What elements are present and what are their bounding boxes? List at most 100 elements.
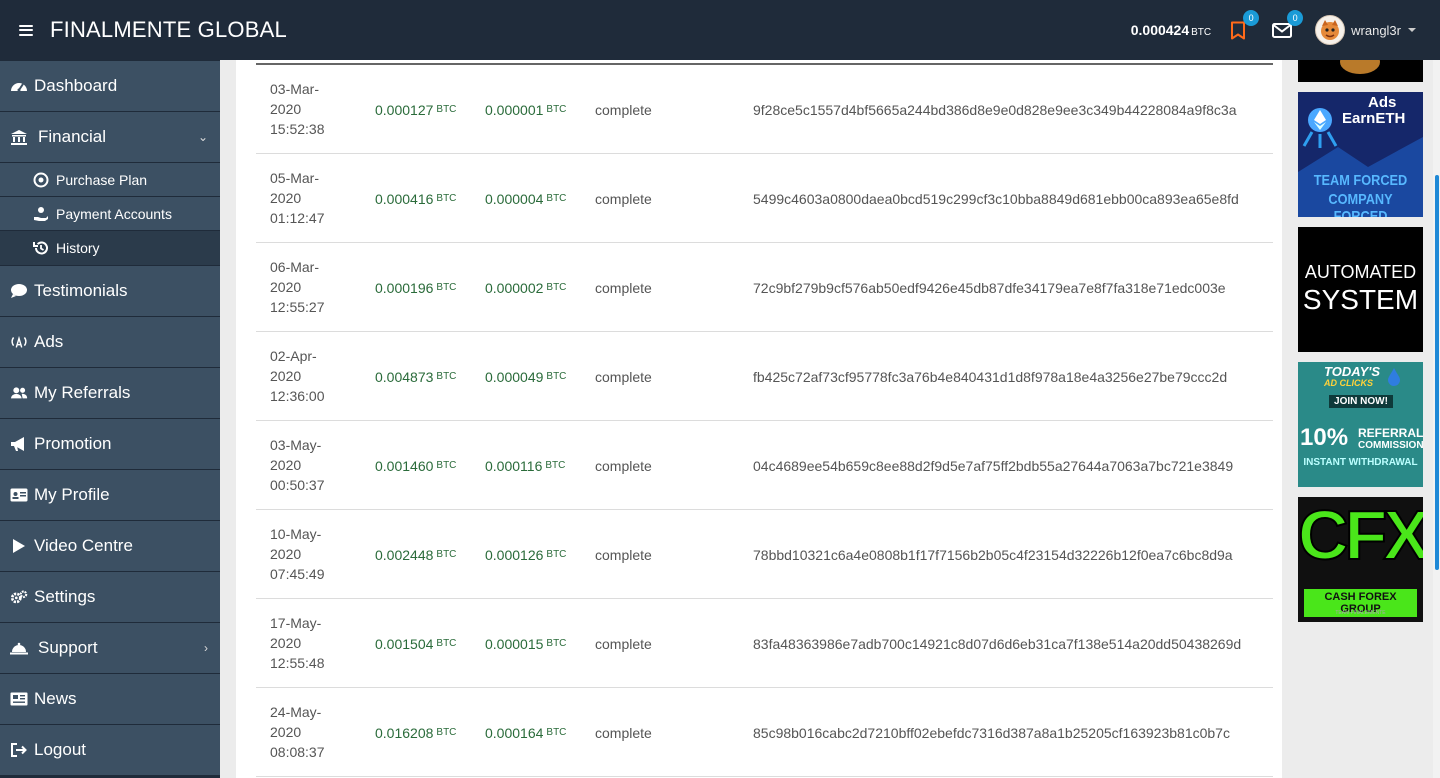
date-time: 12:55:48 <box>270 655 325 671</box>
amount-cell: 0.004873 BTC <box>375 332 456 421</box>
ad-banner-top-partial[interactable] <box>1298 60 1423 82</box>
transaction-hash[interactable]: 83fa48363986e7adb700c14921c8d07d6d6eb31c… <box>753 599 1241 688</box>
status-text: complete <box>595 279 652 296</box>
bell-icon <box>10 639 28 657</box>
fee-cell: 0.000001 BTC <box>485 65 566 154</box>
balance-value: 0.000424 <box>1130 22 1190 38</box>
date-day: 10-May- <box>270 526 322 542</box>
bookmark-icon <box>1231 21 1246 39</box>
sidebar-subitem-label: Payment Accounts <box>56 205 172 222</box>
sidebar-item-label: My Profile <box>34 485 110 504</box>
date-day: 03-May- <box>270 437 322 453</box>
amount-unit: BTC <box>436 371 457 382</box>
ad-automated-line1: AUTOMATED <box>1304 262 1417 282</box>
id-card-icon <box>10 486 28 504</box>
transaction-date: 24-May- 2020 08:08:37 <box>270 702 350 762</box>
sidebar-item-my-profile[interactable]: My Profile <box>0 470 220 520</box>
transaction-date: 17-May- 2020 12:55:48 <box>270 613 350 673</box>
hand-coin-icon <box>33 206 49 222</box>
sidebar-subitem-purchase-plan[interactable]: Purchase Plan <box>0 163 220 196</box>
bookmark-button[interactable]: 0 <box>1227 10 1260 41</box>
sidebar-item-testimonials[interactable]: Testimonials <box>0 266 220 316</box>
sidebar-item-label: My Referrals <box>34 383 131 402</box>
sidebar-item-news[interactable]: News <box>0 674 220 724</box>
date-day: 03-Mar- <box>270 81 320 97</box>
sidebar-subitem-label: History <box>56 240 100 256</box>
brand-title[interactable]: FINALMENTE GLOBAL <box>50 17 287 43</box>
ad-cfx-logo: CFX <box>1298 497 1423 575</box>
date-year: 2020 <box>270 368 302 384</box>
date-time: 00:50:37 <box>270 477 325 493</box>
fee-value: 0.000004 <box>485 190 544 207</box>
amount-value: 0.002448 <box>375 546 434 563</box>
date-time: 01:12:47 <box>270 210 325 226</box>
ad-banner-earneth[interactable]: Ads EarnETH TEAM FORCED COMPANY FORCED <box>1298 92 1423 217</box>
amount-value: 0.000127 <box>375 101 434 118</box>
play-icon <box>10 537 28 555</box>
mail-button[interactable]: 0 <box>1271 10 1304 41</box>
date-year: 2020 <box>270 724 302 740</box>
date-time: 12:36:00 <box>270 388 325 404</box>
ad-todays-cta: JOIN NOW! <box>1329 395 1393 408</box>
transaction-hash[interactable]: 9f28ce5c1557d4bf5665a244bd386d8e9e0d828e… <box>753 65 1236 154</box>
menu-toggle-icon[interactable] <box>19 24 33 36</box>
date-year: 2020 <box>270 101 302 117</box>
date-year: 2020 <box>270 546 302 562</box>
transaction-hash[interactable]: fb425c72af73cf95778fc3a76b4e840431d1d8f9… <box>753 332 1227 421</box>
transaction-hash[interactable]: 78bbd10321c6a4e0808b1f17f7156b2b05c4f231… <box>753 510 1233 599</box>
table-row: 17-May- 2020 12:55:48 0.001504 BTC 0.000015 BT… <box>256 599 1273 688</box>
bookmark-count-badge: 0 <box>1243 10 1260 26</box>
sidebar-subitem-history[interactable]: History <box>0 231 220 265</box>
sidebar-item-video-centre[interactable]: Video Centre <box>0 521 220 571</box>
fee-unit: BTC <box>545 460 566 471</box>
ad-banner-cfx[interactable]: CFX CASH FOREX GROUP TEAM FINALEMENTE <box>1298 497 1423 622</box>
sidebar-item-support[interactable]: Support › <box>0 623 220 673</box>
amount-value: 0.016208 <box>375 724 434 741</box>
comment-icon <box>10 282 28 300</box>
date-day: 05-Mar- <box>270 170 320 186</box>
amount-unit: BTC <box>436 727 457 738</box>
sidebar-item-financial[interactable]: Financial ⌄ <box>0 112 220 162</box>
status-text: complete <box>595 546 652 563</box>
date-time: 07:45:49 <box>270 566 325 582</box>
sidebar-item-ads[interactable]: Ads <box>0 317 220 367</box>
sidebar-item-dashboard[interactable]: Dashboard <box>0 61 220 111</box>
sidebar-item-label: Settings <box>34 587 96 606</box>
ad-todays-withdraw: INSTANT WITHDRAWAL <box>1303 457 1418 468</box>
ad-banner-automated-system[interactable]: AUTOMATED SYSTEM <box>1298 227 1423 352</box>
transaction-hash[interactable]: 04c4689ee54b659c8ee88d2f9d5e7af75ff2bdb5… <box>753 421 1233 510</box>
amount-value: 0.001504 <box>375 635 434 652</box>
sidebar-item-my-referrals[interactable]: My Referrals <box>0 368 220 418</box>
table-row: 05-Mar- 2020 01:12:47 0.000416 BTC 0.000004 BT… <box>256 154 1273 243</box>
amount-unit: BTC <box>436 460 457 471</box>
transaction-date: 03-Mar- 2020 15:52:38 <box>270 79 350 139</box>
ad-todays-title1: TODAY'S <box>1324 364 1381 379</box>
table-row: 03-May- 2020 00:50:37 0.001460 BTC 0.000116 BT… <box>256 421 1273 510</box>
date-time: 12:55:27 <box>270 299 325 315</box>
status-text: complete <box>595 101 652 118</box>
transaction-hash[interactable]: 85c98b016cabc2d7210bff02ebefdc7316d387a8… <box>753 688 1230 777</box>
scrollbar-thumb[interactable] <box>1435 175 1439 570</box>
chevron-down-icon <box>1408 28 1416 32</box>
sidebar-item-settings[interactable]: Settings <box>0 572 220 622</box>
transaction-hash[interactable]: 5499c4603a0800daea0bcd519c299cf3c10bba88… <box>753 154 1239 243</box>
transaction-hash[interactable]: 72c9bf279b9cf576ab50edf9426e45db87dfe341… <box>753 243 1226 332</box>
chevron-down-icon: ⌄ <box>197 130 208 144</box>
amount-value: 0.004873 <box>375 368 434 385</box>
date-year: 2020 <box>270 279 302 295</box>
user-menu[interactable]: wrangl3r <box>1315 15 1416 45</box>
transaction-date: 02-Apr- 2020 12:36:00 <box>270 346 350 406</box>
ad-banner-todays-ad-clicks[interactable]: TODAY'S AD CLICKS JOIN NOW! 10% REFERRAL… <box>1298 362 1423 487</box>
bank-icon <box>10 128 28 146</box>
fee-unit: BTC <box>546 371 567 382</box>
sidebar-item-promotion[interactable]: Promotion <box>0 419 220 469</box>
fee-cell: 0.000116 BTC <box>485 421 565 510</box>
dashboard-icon <box>10 77 28 95</box>
date-time: 08:08:37 <box>270 744 325 760</box>
sidebar-item-logout[interactable]: Logout <box>0 725 220 775</box>
amount-cell: 0.000127 BTC <box>375 65 456 154</box>
sidebar-subitem-payment-accounts[interactable]: Payment Accounts <box>0 197 220 230</box>
sidebar-item-label: Ads <box>34 332 64 351</box>
amount-cell: 0.001504 BTC <box>375 599 456 688</box>
table-row: 02-Apr- 2020 12:36:00 0.004873 BTC 0.000049 BT… <box>256 332 1273 421</box>
